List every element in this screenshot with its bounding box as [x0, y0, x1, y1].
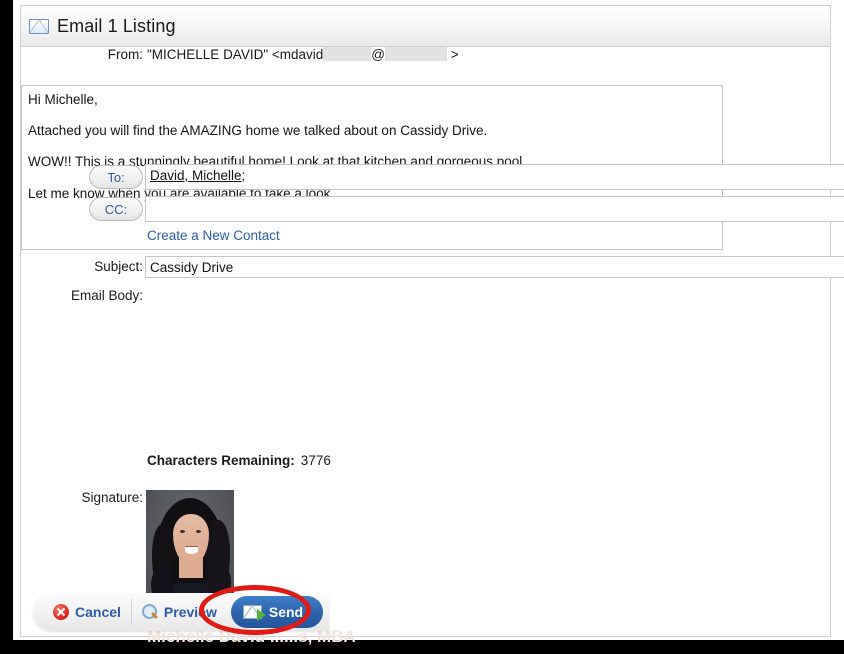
from-address-close: >	[450, 47, 459, 62]
subject-value: Cassidy Drive	[150, 260, 234, 275]
characters-remaining-label: Characters Remaining:	[147, 453, 295, 468]
envelope-icon	[29, 18, 49, 34]
email-body-label: Email Body:	[70, 288, 143, 303]
compose-form: From: "MICHELLE DAVID" <mdavid @ > To: Da…	[21, 47, 844, 646]
to-button[interactable]: To:	[89, 165, 143, 189]
to-recipient-name: David, Michelle	[150, 168, 242, 183]
photo-eye-right	[196, 530, 201, 533]
create-new-contact-link[interactable]: Create a New Contact	[147, 228, 280, 243]
send-envelope-icon	[242, 605, 266, 621]
redaction-block-domain	[385, 47, 448, 61]
from-value: "MICHELLE DAVID" <mdavid @ >	[147, 47, 459, 62]
cancel-button-label: Cancel	[75, 604, 121, 620]
from-at-sign: @	[371, 47, 386, 62]
from-address-open: <mdavid	[271, 47, 324, 62]
signature-label: Signature:	[81, 490, 143, 505]
send-button[interactable]: Send	[230, 596, 324, 628]
cc-input[interactable]	[145, 196, 844, 222]
redaction-block-local	[323, 47, 372, 61]
photo-smile	[185, 547, 198, 554]
from-label: From:	[107, 47, 143, 62]
characters-remaining: Characters Remaining: 3776	[147, 453, 331, 468]
preview-button[interactable]: Preview	[132, 597, 227, 627]
photo-face	[173, 514, 209, 564]
to-input[interactable]: David, Michelle;	[145, 164, 844, 190]
to-recipient-value: David, Michelle;	[150, 168, 245, 183]
preview-button-label: Preview	[163, 604, 217, 620]
page-title: Email 1 Listing	[57, 15, 176, 36]
characters-remaining-value: 3776	[300, 453, 331, 468]
action-toolbar: Cancel Preview Send	[33, 593, 330, 631]
email-compose-panel: Email 1 Listing From: "MICHELLE DAVID" <…	[20, 5, 844, 646]
panel-header: Email 1 Listing	[21, 6, 830, 47]
cc-button[interactable]: CC:	[89, 197, 143, 221]
photo-eye-left	[180, 530, 185, 533]
cancel-icon	[53, 604, 69, 620]
subject-label: Subject:	[94, 259, 143, 274]
body-paragraph: Hi Michelle,	[28, 92, 98, 107]
photo-neck	[179, 558, 203, 578]
screenshot-root: Email 1 Listing From: "MICHELLE DAVID" <…	[0, 0, 844, 654]
send-button-label: Send	[268, 604, 304, 620]
to-recipient-suffix: ;	[241, 168, 246, 183]
from-display-name: "MICHELLE DAVID"	[147, 47, 269, 62]
subject-input[interactable]: Cassidy Drive	[145, 256, 844, 278]
cancel-button[interactable]: Cancel	[43, 597, 131, 627]
magnifier-icon	[141, 604, 158, 620]
body-paragraph: Attached you will find the AMAZING home …	[28, 123, 488, 139]
